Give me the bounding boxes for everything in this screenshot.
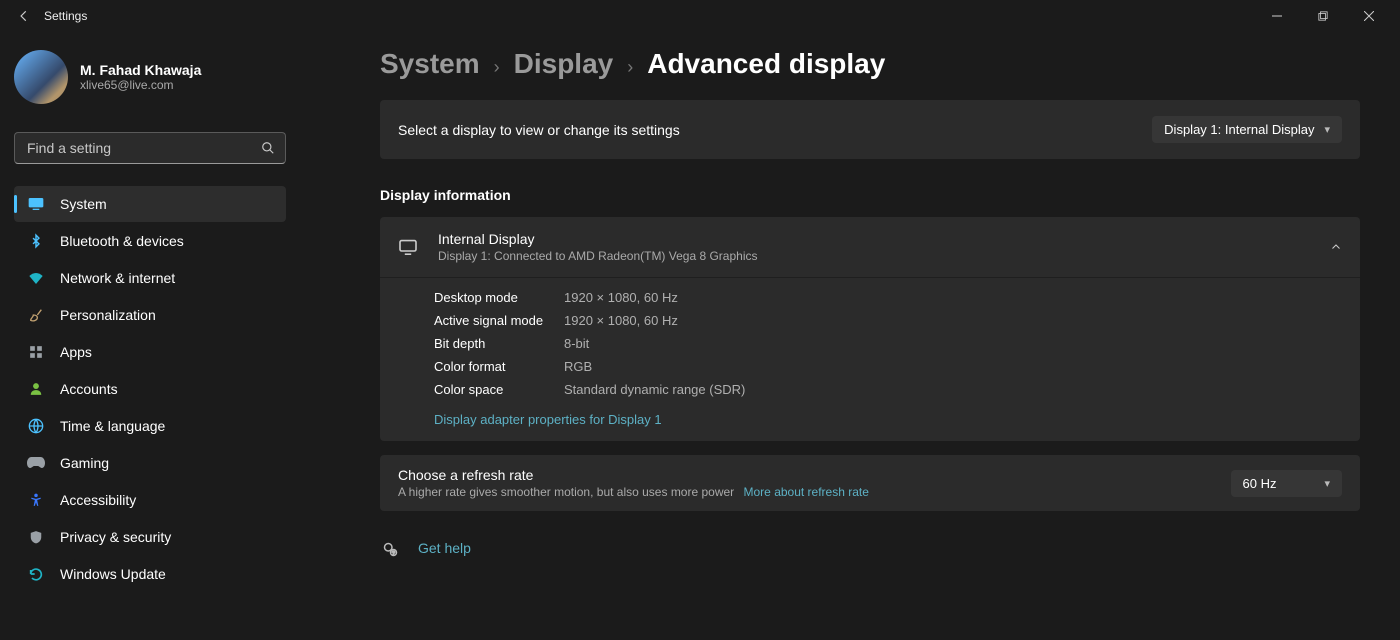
more-about-refresh-link[interactable]: More about refresh rate bbox=[744, 485, 869, 499]
sidebar-item-windows-update[interactable]: Windows Update bbox=[14, 556, 286, 592]
svg-text:?: ? bbox=[392, 551, 395, 557]
display-selector-label: Select a display to view or change its s… bbox=[398, 122, 1152, 138]
refresh-rate-value: 60 Hz bbox=[1243, 476, 1277, 491]
sidebar-item-apps[interactable]: Apps bbox=[14, 334, 286, 370]
help-icon: ? bbox=[380, 539, 398, 557]
display-info-header[interactable]: Internal Display Display 1: Connected to… bbox=[380, 217, 1360, 278]
nav: System Bluetooth & devices Network & int… bbox=[14, 186, 286, 592]
gamepad-icon bbox=[24, 457, 48, 469]
refresh-rate-subtitle: A higher rate gives smoother motion, but… bbox=[398, 485, 1231, 499]
display-info-card: Internal Display Display 1: Connected to… bbox=[380, 217, 1360, 441]
shield-icon bbox=[24, 529, 48, 545]
search-icon bbox=[261, 141, 275, 155]
display-selector-card: Select a display to view or change its s… bbox=[380, 100, 1360, 159]
profile-email: xlive65@live.com bbox=[80, 78, 201, 92]
page-title: Advanced display bbox=[647, 48, 885, 80]
apps-icon bbox=[24, 345, 48, 359]
sidebar-item-accounts[interactable]: Accounts bbox=[14, 371, 286, 407]
avatar bbox=[14, 50, 68, 104]
prop-value: 1920 × 1080, 60 Hz bbox=[564, 290, 678, 305]
bluetooth-icon bbox=[24, 233, 48, 249]
prop-key: Color format bbox=[434, 359, 564, 374]
chevron-right-icon: › bbox=[494, 57, 500, 78]
prop-key: Desktop mode bbox=[434, 290, 564, 305]
sidebar-item-time-language[interactable]: Time & language bbox=[14, 408, 286, 444]
search-input-field[interactable] bbox=[25, 139, 261, 157]
app-title: Settings bbox=[44, 9, 87, 23]
accessibility-icon bbox=[24, 492, 48, 508]
prop-color-format: Color format RGB bbox=[380, 355, 1360, 378]
chevron-down-icon: ▾ bbox=[1324, 477, 1330, 490]
back-icon[interactable] bbox=[8, 0, 40, 32]
profile-name: M. Fahad Khawaja bbox=[80, 62, 201, 78]
breadcrumb-display[interactable]: Display bbox=[514, 48, 614, 80]
sidebar-item-label: System bbox=[60, 196, 107, 212]
sidebar: M. Fahad Khawaja xlive65@live.com System bbox=[0, 32, 300, 640]
window-controls bbox=[1254, 0, 1392, 32]
adapter-properties-link[interactable]: Display adapter properties for Display 1 bbox=[434, 412, 662, 427]
display-selector-value: Display 1: Internal Display bbox=[1164, 122, 1314, 137]
refresh-rate-dropdown[interactable]: 60 Hz ▾ bbox=[1231, 470, 1343, 497]
brush-icon bbox=[24, 307, 48, 323]
content: System › Display › Advanced display Sele… bbox=[300, 32, 1400, 640]
prop-value: Standard dynamic range (SDR) bbox=[564, 382, 745, 397]
prop-key: Bit depth bbox=[434, 336, 564, 351]
prop-desktop-mode: Desktop mode 1920 × 1080, 60 Hz bbox=[380, 278, 1360, 309]
sidebar-item-label: Personalization bbox=[60, 307, 156, 323]
display-selector-dropdown[interactable]: Display 1: Internal Display ▾ bbox=[1152, 116, 1342, 143]
get-help-link[interactable]: Get help bbox=[418, 540, 471, 556]
sidebar-item-accessibility[interactable]: Accessibility bbox=[14, 482, 286, 518]
prop-value: 1920 × 1080, 60 Hz bbox=[564, 313, 678, 328]
sidebar-item-network[interactable]: Network & internet bbox=[14, 260, 286, 296]
prop-active-signal: Active signal mode 1920 × 1080, 60 Hz bbox=[380, 309, 1360, 332]
chevron-up-icon bbox=[1330, 241, 1342, 253]
sidebar-item-bluetooth[interactable]: Bluetooth & devices bbox=[14, 223, 286, 259]
search-input[interactable] bbox=[14, 132, 286, 164]
chevron-down-icon: ▾ bbox=[1324, 123, 1330, 136]
sidebar-item-label: Time & language bbox=[60, 418, 165, 434]
get-help-row: ? Get help bbox=[380, 539, 1360, 557]
person-icon bbox=[24, 381, 48, 397]
breadcrumb: System › Display › Advanced display bbox=[380, 48, 1360, 80]
sidebar-item-system[interactable]: System bbox=[14, 186, 286, 222]
prop-value: 8-bit bbox=[564, 336, 589, 351]
close-button[interactable] bbox=[1346, 0, 1392, 32]
sidebar-item-gaming[interactable]: Gaming bbox=[14, 445, 286, 481]
sidebar-item-label: Bluetooth & devices bbox=[60, 233, 184, 249]
titlebar: Settings bbox=[0, 0, 1400, 32]
sidebar-item-label: Windows Update bbox=[60, 566, 166, 582]
display-info-subtitle: Display 1: Connected to AMD Radeon(TM) V… bbox=[438, 249, 1330, 263]
sidebar-item-label: Accounts bbox=[60, 381, 118, 397]
sidebar-item-privacy[interactable]: Privacy & security bbox=[14, 519, 286, 555]
minimize-button[interactable] bbox=[1254, 0, 1300, 32]
breadcrumb-system[interactable]: System bbox=[380, 48, 480, 80]
adapter-properties-link-row: Display adapter properties for Display 1 bbox=[380, 401, 1360, 441]
sidebar-item-personalization[interactable]: Personalization bbox=[14, 297, 286, 333]
sidebar-item-label: Gaming bbox=[60, 455, 109, 471]
chevron-right-icon: › bbox=[627, 57, 633, 78]
prop-key: Active signal mode bbox=[434, 313, 564, 328]
sidebar-item-label: Privacy & security bbox=[60, 529, 171, 545]
sidebar-item-label: Network & internet bbox=[60, 270, 175, 286]
globe-icon bbox=[24, 418, 48, 434]
display-information-heading: Display information bbox=[380, 187, 1360, 203]
maximize-button[interactable] bbox=[1300, 0, 1346, 32]
refresh-rate-card: Choose a refresh rate A higher rate give… bbox=[380, 455, 1360, 511]
prop-bit-depth: Bit depth 8-bit bbox=[380, 332, 1360, 355]
monitor-icon bbox=[24, 197, 48, 211]
prop-color-space: Color space Standard dynamic range (SDR) bbox=[380, 378, 1360, 401]
prop-key: Color space bbox=[434, 382, 564, 397]
prop-value: RGB bbox=[564, 359, 592, 374]
display-info-title: Internal Display bbox=[438, 231, 1330, 247]
profile[interactable]: M. Fahad Khawaja xlive65@live.com bbox=[14, 44, 286, 122]
refresh-rate-title: Choose a refresh rate bbox=[398, 467, 1231, 483]
update-icon bbox=[24, 566, 48, 582]
sidebar-item-label: Accessibility bbox=[60, 492, 136, 508]
display-icon bbox=[398, 239, 418, 255]
wifi-icon bbox=[24, 271, 48, 285]
sidebar-item-label: Apps bbox=[60, 344, 92, 360]
